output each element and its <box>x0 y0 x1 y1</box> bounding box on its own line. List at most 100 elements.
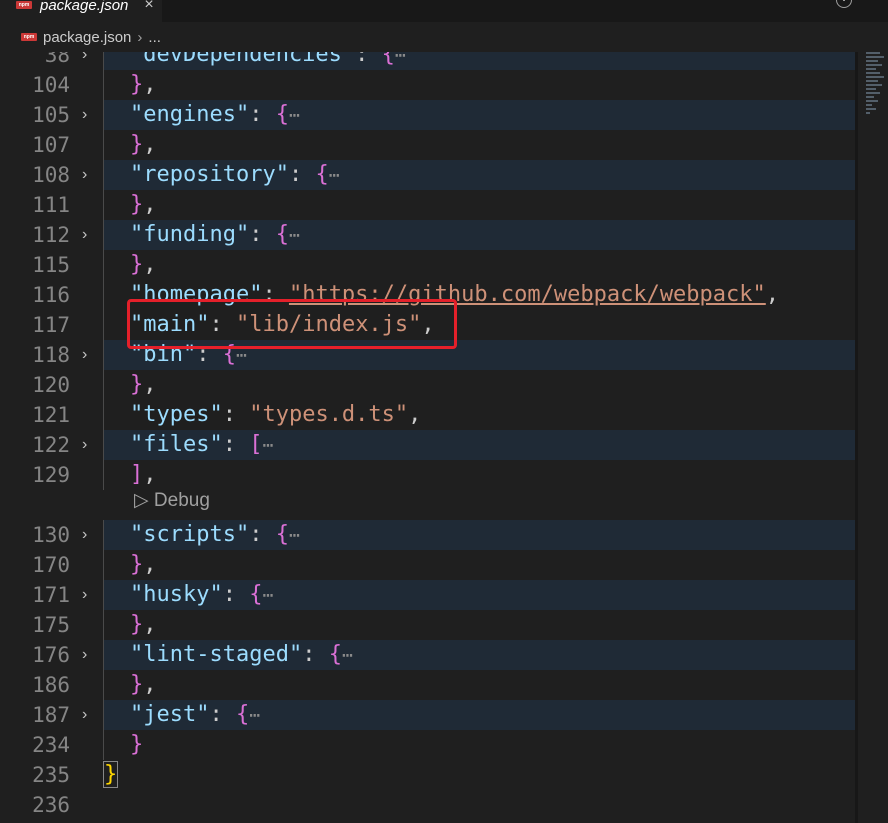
breadcrumb-separator: › <box>137 28 143 46</box>
bracket: } <box>130 372 144 397</box>
code-line: 122 › "files": [⋯ <box>0 430 855 460</box>
bracket: [ <box>249 432 263 457</box>
code-line: 104 }, <box>0 70 855 100</box>
breadcrumb-more[interactable]: ... <box>148 29 161 46</box>
bracket: { <box>275 522 289 547</box>
tab-title: package.json <box>40 0 129 14</box>
code-line: 129 ], <box>0 460 855 490</box>
code-line: 235 } <box>0 760 855 790</box>
folded-ellipsis[interactable]: ⋯ <box>289 105 300 126</box>
code-line: 234 } <box>0 730 855 760</box>
line-number: 120 <box>32 373 70 397</box>
code-line: 176 › "lint-staged": {⋯ <box>0 640 855 670</box>
comma: , <box>143 72 157 97</box>
code-line: 105 › "engines": {⋯ <box>0 100 855 130</box>
line-number: 111 <box>32 193 70 217</box>
json-key: "devDependencies" <box>130 52 356 67</box>
bracket: } <box>130 132 144 157</box>
bracket: { <box>249 582 263 607</box>
line-number: 130 <box>32 523 70 547</box>
json-key: "types" <box>130 402 223 427</box>
fold-chevron-icon[interactable]: › <box>82 700 96 730</box>
comma: , <box>143 612 157 637</box>
line-number: 236 <box>32 793 70 817</box>
minimap[interactable] <box>858 52 888 823</box>
code-line: 107 }, <box>0 130 855 160</box>
breadcrumb-file[interactable]: package.json <box>43 29 131 46</box>
folded-ellipsis[interactable]: ⋯ <box>289 525 300 546</box>
bracket: { <box>315 162 329 187</box>
line-number: 104 <box>32 73 70 97</box>
json-key: "funding" <box>130 222 250 247</box>
breadcrumb: npm package.json › ... <box>0 22 888 52</box>
code-line: 186 }, <box>0 670 855 700</box>
annotation-highlight-box <box>127 299 457 349</box>
code-line: 171 › "husky": {⋯ <box>0 580 855 610</box>
comma: , <box>143 192 157 217</box>
bracket: { <box>275 102 289 127</box>
bracket: } <box>130 552 144 577</box>
fold-chevron-icon[interactable]: › <box>82 580 96 610</box>
colon: : <box>249 222 276 247</box>
fold-chevron-icon[interactable]: › <box>82 52 96 70</box>
fold-chevron-icon[interactable]: › <box>82 430 96 460</box>
folded-ellipsis[interactable]: ⋯ <box>249 705 260 726</box>
fold-chevron-icon[interactable]: › <box>82 340 96 370</box>
code-line: 175 }, <box>0 610 855 640</box>
json-key: "repository" <box>130 162 289 187</box>
json-key: "files" <box>130 432 223 457</box>
colon: : <box>249 522 276 547</box>
folded-ellipsis[interactable]: ⋯ <box>329 165 340 186</box>
close-icon[interactable]: × <box>144 0 153 14</box>
folded-ellipsis[interactable]: ⋯ <box>289 225 300 246</box>
tab-package-json[interactable]: npm package.json × <box>0 0 162 22</box>
line-number: 176 <box>32 643 70 667</box>
folded-ellipsis[interactable]: ⋯ <box>342 645 353 666</box>
fold-chevron-icon[interactable]: › <box>82 100 96 130</box>
line-number: 175 <box>32 613 70 637</box>
bracket: ] <box>130 462 144 487</box>
folded-ellipsis[interactable]: ⋯ <box>395 52 406 66</box>
fold-chevron-icon[interactable]: › <box>82 160 96 190</box>
fold-chevron-icon[interactable]: › <box>82 220 96 250</box>
colon: : <box>209 702 236 727</box>
bracket: } <box>130 612 144 637</box>
json-key: "lint-staged" <box>130 642 303 667</box>
folded-ellipsis[interactable]: ⋯ <box>262 435 273 456</box>
fold-chevron-icon[interactable]: › <box>82 640 96 670</box>
colon: : <box>288 162 316 187</box>
bracket: { <box>275 222 289 247</box>
line-number: 107 <box>32 133 70 157</box>
comma: , <box>143 672 157 697</box>
fold-chevron-icon[interactable]: › <box>82 520 96 550</box>
colon: : <box>222 432 250 457</box>
line-number: 116 <box>32 283 70 307</box>
line-number: 170 <box>32 553 70 577</box>
colon: : <box>222 582 250 607</box>
comma: , <box>143 462 157 487</box>
npm-icon: npm <box>21 33 37 41</box>
tab-bar: npm package.json × ⋯ <box>0 0 888 22</box>
comma: , <box>143 372 157 397</box>
code-line: 236 <box>0 790 855 820</box>
play-outline-icon: ▷ <box>134 490 149 511</box>
folded-ellipsis[interactable]: ⋯ <box>262 585 273 606</box>
comma: , <box>765 282 780 307</box>
code-editor[interactable]: 38 › "devDependencies": {⋯ 104 }, 105 › … <box>0 52 855 823</box>
debug-codelens[interactable]: ▷ Debug <box>134 489 334 519</box>
code-line: 120 }, <box>0 370 855 400</box>
codelens-label: Debug <box>153 490 210 511</box>
colon: : <box>222 402 250 427</box>
line-number: 112 <box>32 223 70 247</box>
code-line: 108 › "repository": {⋯ <box>0 160 855 190</box>
bracket: { <box>328 642 342 667</box>
npm-icon: npm <box>16 1 32 9</box>
bracket: } <box>130 72 144 97</box>
more-actions-icon[interactable]: ⋯ <box>868 0 884 8</box>
code-line: 115 }, <box>0 250 855 280</box>
history-icon[interactable] <box>836 0 852 8</box>
colon: : <box>249 102 276 127</box>
line-number: 235 <box>32 763 70 787</box>
code-line: 187 › "jest": {⋯ <box>0 700 855 730</box>
line-number: 117 <box>32 313 70 337</box>
